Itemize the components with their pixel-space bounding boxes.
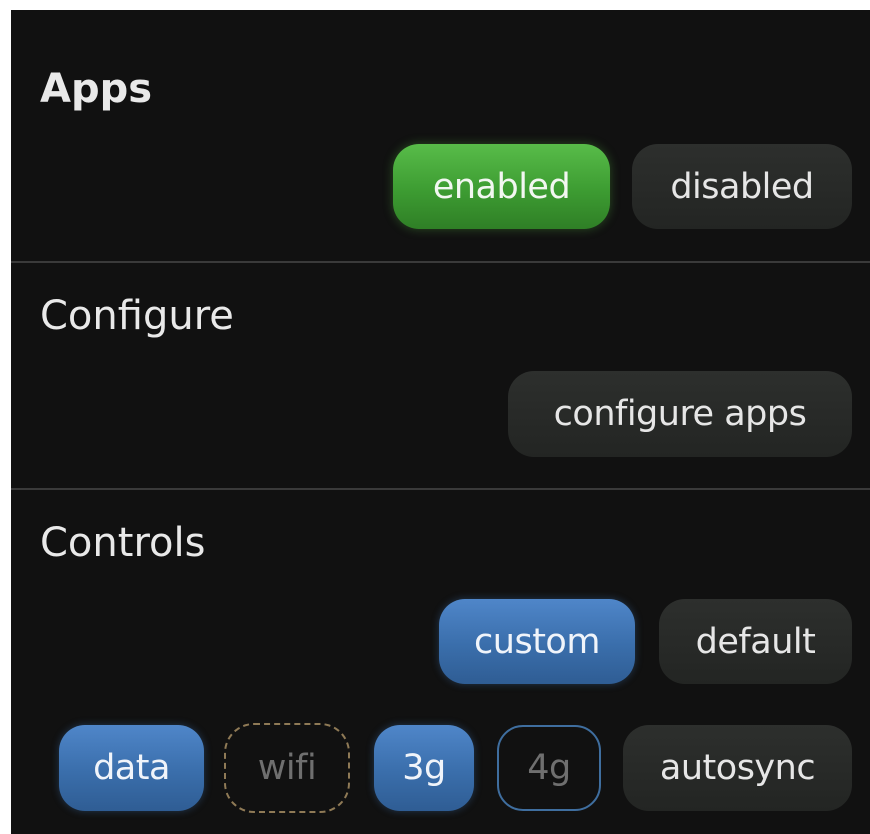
enabled-button[interactable]: enabled bbox=[393, 144, 610, 229]
autosync-toggle[interactable]: autosync bbox=[623, 725, 852, 811]
configure-apps-button[interactable]: configure apps bbox=[508, 371, 852, 457]
configure-title: Configure bbox=[40, 293, 234, 339]
controls-section: Controls custom default data wifi 3g 4g … bbox=[11, 490, 870, 834]
data-toggle[interactable]: data bbox=[59, 725, 204, 811]
wifi-toggle[interactable]: wifi bbox=[224, 723, 350, 813]
4g-toggle[interactable]: 4g bbox=[497, 725, 601, 811]
default-button[interactable]: default bbox=[659, 599, 852, 684]
3g-toggle[interactable]: 3g bbox=[374, 725, 474, 811]
settings-panel: Apps enabled disabled Configure configur… bbox=[11, 10, 870, 834]
custom-button[interactable]: custom bbox=[439, 599, 635, 684]
apps-title: Apps bbox=[40, 66, 153, 112]
controls-title: Controls bbox=[40, 520, 206, 566]
configure-section: Configure configure apps bbox=[11, 263, 870, 489]
apps-section: Apps enabled disabled bbox=[11, 10, 870, 262]
disabled-button[interactable]: disabled bbox=[632, 144, 852, 229]
